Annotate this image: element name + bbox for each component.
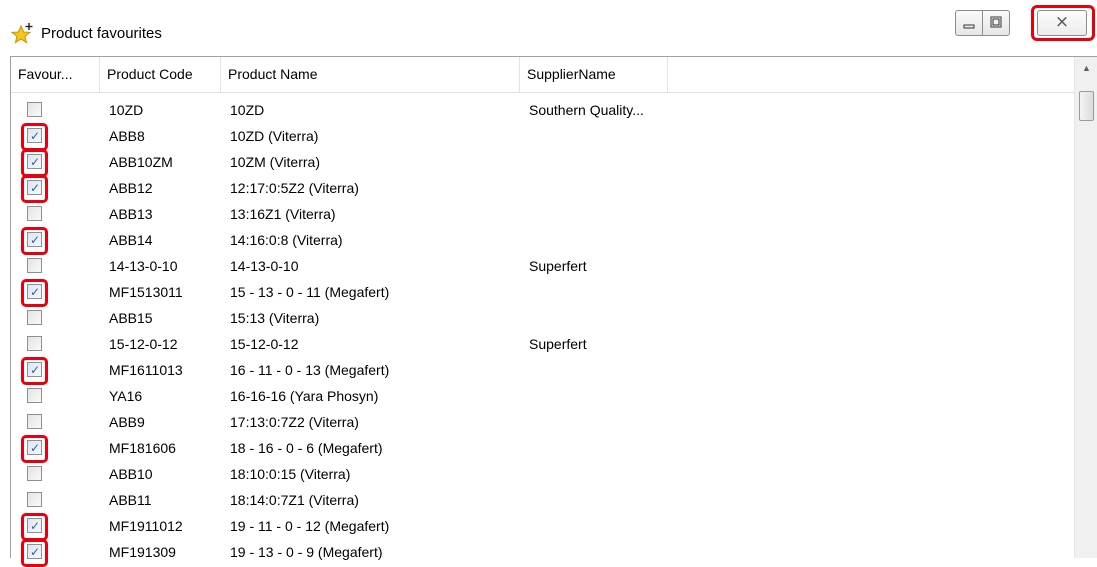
- table-row[interactable]: ✓ ABB12 12:17:0:5Z2 (Viterra): [11, 175, 1074, 203]
- product-code-cell: MF1513011: [109, 284, 183, 300]
- supplier-name-cell: Superfert: [529, 336, 587, 352]
- product-name-cell: 16 - 11 - 0 - 13 (Megafert): [230, 362, 390, 378]
- table-row[interactable]: 14-13-0-10 14-13-0-10 Superfert: [11, 253, 1074, 279]
- product-code-cell: YA16: [109, 388, 143, 404]
- table-row[interactable]: ABB11 18:14:0:7Z1 (Viterra): [11, 487, 1074, 513]
- close-button-highlight: [1031, 5, 1095, 41]
- product-code-cell: 14-13-0-10: [109, 258, 178, 274]
- product-code-cell: ABB12: [109, 180, 153, 196]
- window-title: Product favourites: [41, 25, 162, 42]
- product-name-cell: 18 - 16 - 0 - 6 (Megafert): [230, 440, 383, 456]
- supplier-name-cell: Southern Quality...: [529, 102, 644, 118]
- favourite-checkbox[interactable]: [27, 258, 42, 273]
- table-row[interactable]: ✓ MF191309 19 - 13 - 0 - 9 (Megafert): [11, 539, 1074, 567]
- table-row[interactable]: ✓ MF181606 18 - 16 - 0 - 6 (Megafert): [11, 435, 1074, 463]
- table-row[interactable]: 10ZD 10ZD Southern Quality...: [11, 97, 1074, 123]
- favourite-checkbox[interactable]: [27, 466, 42, 481]
- column-header-supplier-name[interactable]: SupplierName: [520, 57, 668, 92]
- product-code-cell: ABB10: [109, 466, 153, 482]
- product-code-cell: MF191309: [109, 544, 176, 560]
- checkbox-highlight: [21, 279, 48, 307]
- checkbox-highlight: [21, 149, 48, 177]
- product-code-cell: MF181606: [109, 440, 176, 456]
- product-code-cell: 10ZD: [109, 102, 144, 118]
- checkbox-highlight: [21, 435, 48, 463]
- title-bar: Product favourites ⨯: [0, 0, 1097, 56]
- product-name-cell: 12:17:0:5Z2 (Viterra): [230, 180, 359, 196]
- product-code-cell: ABB15: [109, 310, 153, 326]
- product-code-cell: 15-12-0-12: [109, 336, 178, 352]
- product-name-cell: 18:14:0:7Z1 (Viterra): [230, 492, 359, 508]
- table-row[interactable]: 15-12-0-12 15-12-0-12 Superfert: [11, 331, 1074, 357]
- product-name-cell: 19 - 13 - 0 - 9 (Megafert): [230, 544, 383, 560]
- product-name-cell: 14:16:0:8 (Viterra): [230, 232, 343, 248]
- table-row[interactable]: ✓ ABB10ZM 10ZM (Viterra): [11, 149, 1074, 177]
- product-name-cell: 16-16-16 (Yara Phosyn): [230, 388, 379, 404]
- product-name-cell: 10ZD: [230, 102, 265, 118]
- favourite-checkbox[interactable]: [27, 492, 42, 507]
- table-row[interactable]: ABB9 17:13:0:7Z2 (Viterra): [11, 409, 1074, 435]
- product-code-cell: ABB13: [109, 206, 153, 222]
- product-name-cell: 14-13-0-10: [230, 258, 299, 274]
- favourite-checkbox[interactable]: [27, 102, 42, 117]
- scroll-up-icon[interactable]: ▲: [1075, 63, 1097, 83]
- product-code-cell: ABB8: [109, 128, 145, 144]
- product-name-cell: 10ZD (Viterra): [230, 128, 319, 144]
- vertical-scrollbar[interactable]: ▲: [1074, 57, 1097, 558]
- checkbox-highlight: [21, 539, 48, 567]
- minimize-button[interactable]: [955, 10, 983, 36]
- table-row[interactable]: ✓ ABB14 14:16:0:8 (Viterra): [11, 227, 1074, 255]
- checkbox-highlight: [21, 227, 48, 255]
- checkbox-highlight: [21, 357, 48, 385]
- checkbox-highlight: [21, 175, 48, 203]
- product-code-cell: ABB9: [109, 414, 145, 430]
- favourite-checkbox[interactable]: [27, 310, 42, 325]
- favourite-checkbox[interactable]: [27, 336, 42, 351]
- product-name-cell: 10ZM (Viterra): [230, 154, 320, 170]
- scroll-thumb[interactable]: [1079, 91, 1094, 121]
- table-row[interactable]: ABB10 18:10:0:15 (Viterra): [11, 461, 1074, 487]
- table-row[interactable]: YA16 16-16-16 (Yara Phosyn): [11, 383, 1074, 409]
- product-name-cell: 18:10:0:15 (Viterra): [230, 466, 351, 482]
- maximize-button[interactable]: [982, 10, 1010, 36]
- product-code-cell: ABB14: [109, 232, 153, 248]
- product-code-cell: MF1911012: [109, 518, 183, 534]
- table-row[interactable]: ✓ MF1513011 15 - 13 - 0 - 11 (Megafert): [11, 279, 1074, 307]
- product-name-cell: 15 - 13 - 0 - 11 (Megafert): [230, 284, 390, 300]
- column-header-favourite[interactable]: Favour...: [11, 57, 100, 92]
- product-code-cell: MF1611013: [109, 362, 183, 378]
- favourite-checkbox[interactable]: [27, 388, 42, 403]
- product-name-cell: 13:16Z1 (Viterra): [230, 206, 336, 222]
- product-name-cell: 19 - 11 - 0 - 12 (Megafert): [230, 518, 390, 534]
- minimize-icon: [963, 24, 975, 29]
- table-header: Favour... Product Code Product Name Supp…: [11, 57, 1074, 93]
- table-row[interactable]: ✓ MF1911012 19 - 11 - 0 - 12 (Megafert): [11, 513, 1074, 541]
- checkbox-highlight: [21, 513, 48, 541]
- table-row[interactable]: ABB13 13:16Z1 (Viterra): [11, 201, 1074, 227]
- product-name-cell: 17:13:0:7Z2 (Viterra): [230, 414, 359, 430]
- product-name-cell: 15-12-0-12: [230, 336, 299, 352]
- table-row[interactable]: ✓ MF1611013 16 - 11 - 0 - 13 (Megafert): [11, 357, 1074, 385]
- product-code-cell: ABB10ZM: [109, 154, 173, 170]
- supplier-name-cell: Superfert: [529, 258, 587, 274]
- checkbox-highlight: [21, 123, 48, 151]
- table-row[interactable]: ✓ ABB8 10ZD (Viterra): [11, 123, 1074, 151]
- column-header-product-name[interactable]: Product Name: [221, 57, 520, 92]
- product-code-cell: ABB11: [109, 492, 152, 508]
- favourite-checkbox[interactable]: [27, 414, 42, 429]
- favourite-checkbox[interactable]: [27, 206, 42, 221]
- product-name-cell: 15:13 (Viterra): [230, 310, 320, 326]
- table-row[interactable]: ABB15 15:13 (Viterra): [11, 305, 1074, 331]
- column-header-product-code[interactable]: Product Code: [100, 57, 221, 92]
- maximize-icon: [990, 16, 1002, 28]
- star-plus-icon: [10, 23, 33, 44]
